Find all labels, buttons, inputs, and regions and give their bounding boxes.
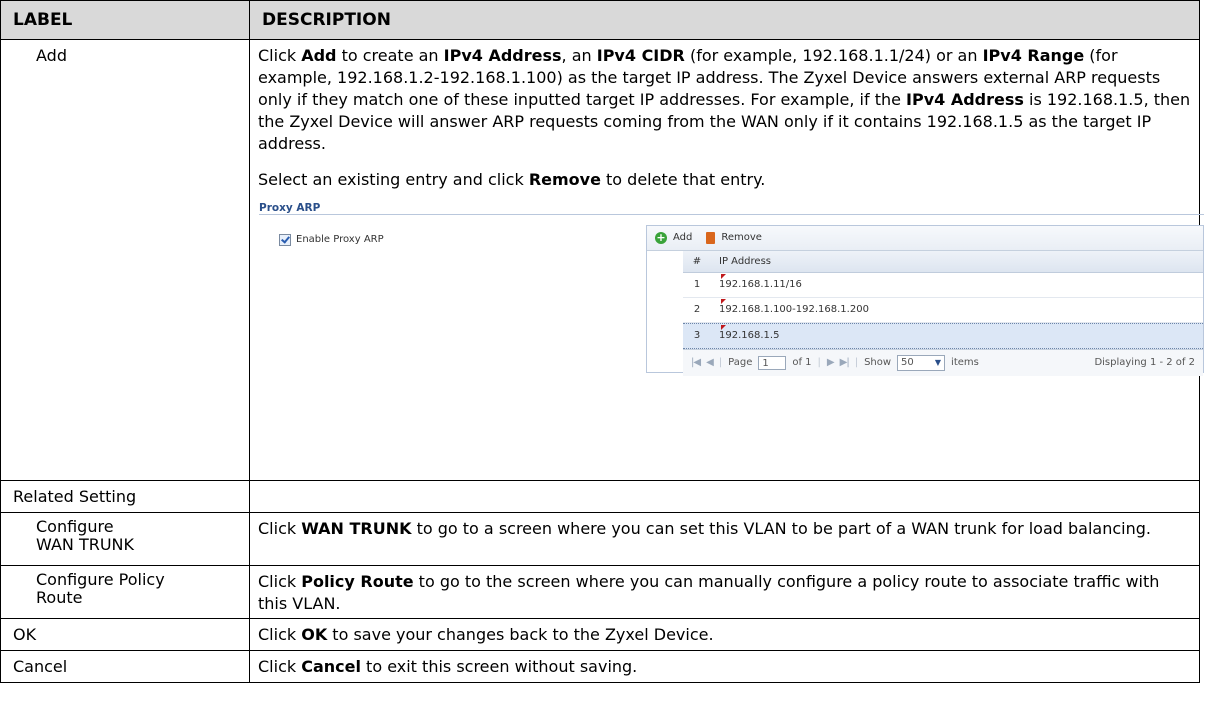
add-text: (for example, 192.168.1.1/24) or an: [684, 46, 983, 65]
policy-text-bold: Policy Route: [301, 572, 414, 591]
proxy-arp-screenshot: Proxy ARP Enable Proxy ARP + Add Remove …: [250, 191, 1207, 379]
wan-trunk-label: Configure WAN TRUNK: [0, 512, 250, 566]
items-per-page-select[interactable]: 50 ▼: [897, 355, 946, 371]
ip-address-grid: + Add Remove # IP Address 1 192.168.1.11…: [646, 225, 1204, 376]
first-page-icon[interactable]: |◀: [691, 352, 701, 374]
page-input[interactable]: 1: [758, 356, 787, 370]
add-text: , an: [561, 46, 597, 65]
cancel-label: Cancel: [0, 650, 250, 683]
add-icon[interactable]: +: [655, 232, 667, 244]
label-header: LABEL: [0, 0, 250, 40]
checkbox-checked-icon[interactable]: [279, 234, 291, 246]
description-table: LABEL DESCRIPTION Add Click Add to creat…: [0, 0, 1204, 683]
wan-text-pre: Click: [258, 519, 302, 538]
policy-route-description: Click Policy Route to go to the screen w…: [249, 565, 1200, 619]
remove-text-bold: Remove: [528, 170, 601, 189]
grid-toolbar: + Add Remove: [647, 226, 1203, 251]
table-row[interactable]: 1 192.168.1.11/16: [683, 273, 1203, 298]
prev-page-icon[interactable]: ◀: [706, 352, 714, 374]
ok-row: OK Click OK to save your changes back to…: [0, 618, 1200, 651]
policy-route-row: Configure Policy Route Click Policy Rout…: [0, 565, 1200, 619]
add-paragraph: Click Add to create an IPv4 Address, an …: [258, 45, 1191, 155]
policy-route-label-text: Configure Policy Route: [36, 570, 165, 607]
related-setting-description: [249, 480, 1200, 513]
description-header: DESCRIPTION: [249, 0, 1200, 40]
wan-trunk-label-text: Configure WAN TRUNK: [36, 517, 135, 554]
enable-proxy-arp-checkbox[interactable]: Enable Proxy ARP: [279, 229, 384, 251]
policy-text-pre: Click: [258, 572, 302, 591]
add-row: Add Click Add to create an IPv4 Address,…: [0, 39, 1204, 481]
last-page-icon[interactable]: ▶|: [840, 352, 850, 374]
row-num: 3: [693, 330, 701, 341]
row-ip: 192.168.1.100-192.168.1.200: [719, 304, 869, 315]
modified-flag-icon: [721, 299, 726, 304]
items-per-page-value: 50: [901, 357, 914, 368]
trash-icon[interactable]: [706, 232, 716, 244]
pager-separator: |: [854, 357, 859, 368]
cancel-text-post: to exit this screen without saving.: [360, 657, 638, 676]
header-row: LABEL DESCRIPTION: [0, 0, 1200, 40]
cancel-text-bold: Cancel: [301, 657, 361, 676]
wan-text-bold: WAN TRUNK: [301, 519, 412, 538]
remove-paragraph: Select an existing entry and click Remov…: [258, 169, 1191, 191]
table-row-selected[interactable]: 3 192.168.1.5: [683, 323, 1203, 349]
page-of: of 1: [792, 357, 812, 368]
row-num: 1: [693, 279, 701, 290]
table-row[interactable]: 2 192.168.1.100-192.168.1.200: [683, 298, 1203, 323]
add-label: Add: [0, 39, 250, 481]
modified-flag-icon: [721, 325, 726, 330]
add-text-bold: IPv4 CIDR: [596, 46, 685, 65]
modified-flag-icon: [721, 274, 726, 279]
pager-separator: |: [718, 357, 723, 368]
displaying-status: Displaying 1 - 2 of 2: [1094, 357, 1195, 368]
pager-separator: |: [817, 357, 821, 368]
show-label: Show: [864, 357, 892, 368]
related-setting-label: Related Setting: [0, 480, 250, 513]
add-text-bold: Add: [301, 46, 337, 65]
ok-label: OK: [0, 618, 250, 651]
ok-text-post: to save your changes back to the Zyxel D…: [327, 625, 714, 644]
row-num: 2: [693, 304, 701, 315]
col-ip-header: IP Address: [719, 255, 771, 267]
next-page-icon[interactable]: ▶: [827, 352, 835, 374]
cancel-description: Click Cancel to exit this screen without…: [249, 650, 1200, 683]
ok-description: Click OK to save your changes back to th…: [249, 618, 1200, 651]
wan-trunk-row: Configure WAN TRUNK Click WAN TRUNK to g…: [0, 512, 1200, 566]
wan-text-post: to go to a screen where you can set this…: [411, 519, 1151, 538]
items-label: items: [951, 357, 979, 368]
add-text: to create an: [336, 46, 444, 65]
related-setting-row: Related Setting: [0, 480, 1200, 513]
add-text-bold: IPv4 Range: [982, 46, 1085, 65]
remove-text-post: to delete that entry.: [600, 170, 766, 189]
add-text: Click: [258, 46, 302, 65]
chevron-down-icon: ▼: [934, 358, 942, 367]
policy-route-label: Configure Policy Route: [0, 565, 250, 619]
add-description: Click Add to create an IPv4 Address, an …: [249, 39, 1204, 481]
add-text-bold: IPv4 Address: [443, 46, 562, 65]
add-button[interactable]: Add: [673, 227, 692, 249]
grid-pager: |◀ ◀ | Page 1 of 1 | ▶ ▶| | Show 50 ▼ it…: [683, 349, 1203, 376]
remove-text-pre: Select an existing entry and click: [258, 170, 529, 189]
cancel-row: Cancel Click Cancel to exit this screen …: [0, 650, 1200, 683]
page-label: Page: [728, 357, 753, 368]
enable-proxy-arp-label: Enable Proxy ARP: [296, 234, 384, 245]
cancel-text-pre: Click: [258, 657, 302, 676]
ok-text-pre: Click: [258, 625, 302, 644]
grid-header: # IP Address: [683, 251, 1203, 273]
remove-button[interactable]: Remove: [721, 227, 762, 249]
proxy-arp-title: Proxy ARP: [259, 202, 321, 214]
wan-trunk-description: Click WAN TRUNK to go to a screen where …: [249, 512, 1200, 566]
col-num-header: #: [692, 255, 702, 267]
add-text-bold: IPv4 Address: [906, 90, 1024, 109]
section-divider: [259, 214, 1204, 215]
ok-text-bold: OK: [301, 625, 328, 644]
